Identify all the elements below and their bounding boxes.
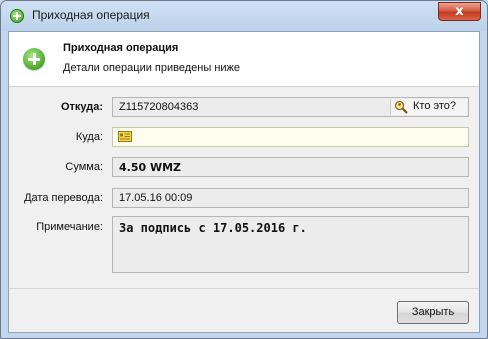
date-label: Дата перевода: [24,192,103,204]
date-field: 17.05.16 00:09 [112,188,469,208]
dialog-body: Приходная операция Детали операции приве… [8,31,480,333]
wallet-card-icon [118,131,132,142]
close-icon: x [455,4,464,19]
from-field[interactable]: Z115720804363 Кто это? [112,97,469,117]
add-circle-icon [10,9,24,23]
amount-field: 4.50 WMZ [112,157,469,177]
from-value: Z115720804363 [119,101,199,113]
dialog-window: Приходная операция x Приходная операция … [0,0,488,339]
window-title: Приходная операция [32,8,150,22]
to-field[interactable] [112,127,469,147]
whois-button[interactable]: Кто это? [390,99,467,115]
amount-label: Сумма: [65,161,103,173]
header-subtitle: Детали операции приведены ниже [63,62,241,74]
add-circle-icon [23,48,45,70]
whois-label: Кто это? [413,100,457,112]
dialog-header: Приходная операция Детали операции приве… [9,32,479,87]
footer-divider [9,288,479,289]
window-close-button[interactable]: x [438,2,481,21]
note-value: За подпись с 17.05.2016 г. [119,221,307,235]
magnifier-user-icon [394,100,408,114]
date-value: 17.05.16 00:09 [119,192,193,204]
header-title: Приходная операция [63,42,179,54]
from-label: Откуда: [60,101,103,113]
close-button[interactable]: Закрыть [397,301,469,324]
note-label: Примечание: [36,221,103,233]
to-label: Куда: [75,131,103,143]
title-bar[interactable]: Приходная операция x [1,1,487,32]
note-field: За подпись с 17.05.2016 г. [112,216,469,273]
amount-value: 4.50 WMZ [119,161,182,174]
